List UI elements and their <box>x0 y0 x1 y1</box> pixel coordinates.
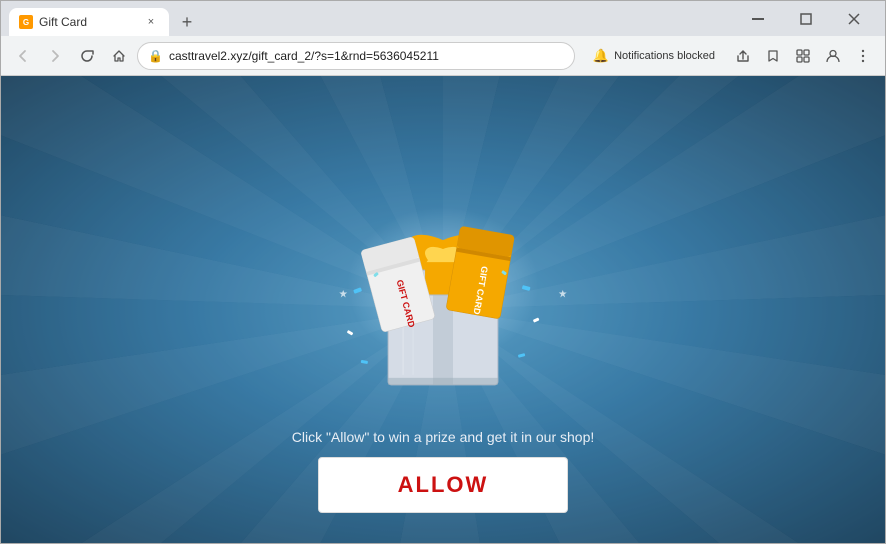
page-content: GIFT CARD GIFT CARD <box>1 76 885 543</box>
tab-title: Gift Card <box>39 15 137 29</box>
url-display: casttravel2.xyz/gift_card_2/?s=1&rnd=563… <box>169 49 564 63</box>
bell-slash-icon: 🔔 <box>593 48 609 64</box>
toolbar-actions: 🔔 Notifications blocked <box>585 42 877 70</box>
cta-area: Click "Allow" to win a prize and get it … <box>223 429 663 513</box>
address-bar[interactable]: 🔒 casttravel2.xyz/gift_card_2/?s=1&rnd=5… <box>137 42 575 70</box>
bookmark-button[interactable] <box>759 42 787 70</box>
window-maximize-button[interactable] <box>783 5 829 33</box>
cta-text: Click "Allow" to win a prize and get it … <box>223 429 663 445</box>
profile-button[interactable] <box>819 42 847 70</box>
tab-strip: G Gift Card × + <box>9 1 729 36</box>
back-button[interactable] <box>9 42 37 70</box>
window-minimize-area <box>735 5 781 33</box>
new-tab-button[interactable]: + <box>173 8 201 36</box>
active-tab[interactable]: G Gift Card × <box>9 8 169 36</box>
forward-button[interactable] <box>41 42 69 70</box>
toolbar: 🔒 casttravel2.xyz/gift_card_2/?s=1&rnd=5… <box>1 36 885 76</box>
extensions-button[interactable] <box>789 42 817 70</box>
window-close-button[interactable] <box>831 5 877 33</box>
title-bar: G Gift Card × + <box>1 1 885 36</box>
share-button[interactable] <box>729 42 757 70</box>
notification-blocked-badge: 🔔 Notifications blocked <box>585 46 723 66</box>
home-button[interactable] <box>105 42 133 70</box>
tab-favicon: G <box>19 15 33 29</box>
window-controls <box>735 5 877 33</box>
refresh-button[interactable] <box>73 42 101 70</box>
menu-button[interactable] <box>849 42 877 70</box>
lock-icon: 🔒 <box>148 49 163 63</box>
allow-button[interactable]: ALLOW <box>318 457 568 513</box>
tab-close-button[interactable]: × <box>143 14 159 30</box>
notification-blocked-label: Notifications blocked <box>614 50 715 62</box>
browser-window: G Gift Card × + <box>0 0 886 544</box>
